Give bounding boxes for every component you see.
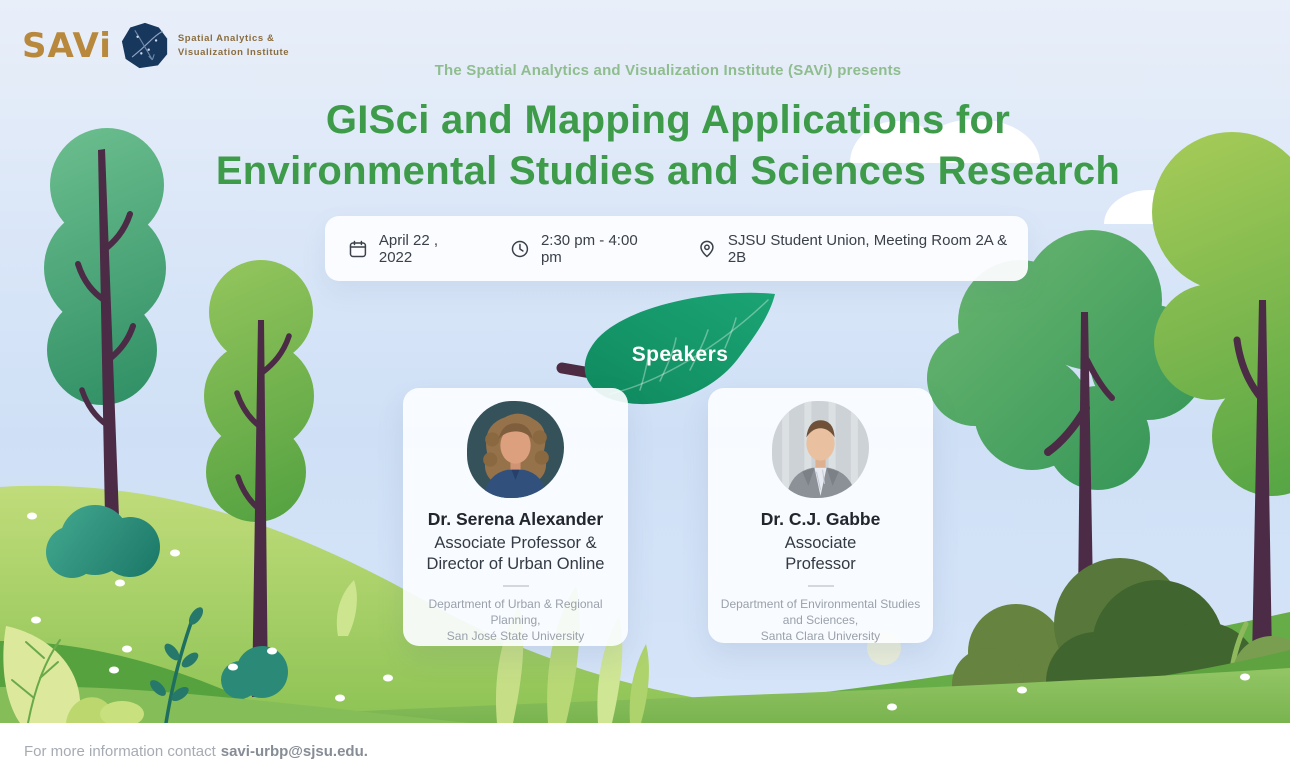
divider [503, 585, 529, 587]
speaker-dept-line1: Department of Environmental Studies [708, 596, 933, 612]
event-date-label: April 22 , 2022 [379, 232, 475, 266]
logo-tagline-line1: Spatial Analytics & [178, 32, 289, 46]
footer-email: savi-urbp@sjsu.edu. [221, 743, 368, 760]
footer-text: For more information contact [24, 743, 216, 760]
divider [808, 585, 834, 587]
logo-tagline: Spatial Analytics & Visualization Instit… [178, 32, 289, 61]
speaker-role: Associate Professor & Director of Urban … [403, 533, 628, 575]
footer-contact: For more information contact savi-urbp@sj… [24, 743, 368, 760]
speaker-department: Department of Environmental Studies and … [708, 596, 933, 644]
speaker-role-line2: Professor [708, 554, 933, 575]
event-time-label: 2:30 pm - 4:00 pm [541, 232, 662, 266]
speaker-role: Associate Professor [708, 533, 933, 575]
speaker-role-line2: Director of Urban Online [403, 554, 628, 575]
location-icon [697, 239, 717, 259]
speaker-role-line1: Associate Professor & [403, 533, 628, 554]
event-date: April 22 , 2022 [348, 232, 475, 266]
kicker-line: The Spatial Analytics and Visualization … [46, 62, 1290, 79]
speaker-dept-line1: Department of Urban & Regional [403, 596, 628, 612]
event-flyer: SAVi Spatial Analytics & Visualization I… [0, 0, 1290, 777]
speaker-name: Dr. Serena Alexander [403, 509, 628, 530]
speaker-role-line1: Associate [708, 533, 933, 554]
speaker-dept-line2: and Sciences, [708, 612, 933, 628]
speaker-university: Santa Clara University [708, 628, 933, 644]
event-title: GISci and Mapping Applications for Envir… [46, 95, 1290, 197]
logo-wordmark: SAVi [22, 26, 112, 66]
speaker-card: Dr. Serena Alexander Associate Professor… [403, 388, 628, 646]
title-line-1: GISci and Mapping Applications for [46, 95, 1290, 146]
speaker-name: Dr. C.J. Gabbe [708, 509, 933, 530]
event-time: 2:30 pm - 4:00 pm [510, 232, 662, 266]
speaker-dept-line2: Planning, [403, 612, 628, 628]
title-line-2: Environmental Studies and Sciences Resea… [46, 146, 1290, 197]
logo-tagline-line2: Visualization Institute [178, 46, 289, 60]
event-location-label: SJSU Student Union, Meeting Room 2A & 2B [728, 232, 1028, 266]
speaker-photo [772, 401, 869, 498]
speaker-university: San José State University [403, 628, 628, 644]
event-location: SJSU Student Union, Meeting Room 2A & 2B [697, 232, 1028, 266]
clock-icon [510, 239, 530, 259]
speaker-department: Department of Urban & Regional Planning,… [403, 596, 628, 644]
calendar-icon [348, 239, 368, 259]
event-info-bar: April 22 , 2022 2:30 pm - 4:00 pm SJSU S… [325, 216, 1028, 281]
footer: For more information contact savi-urbp@sj… [0, 723, 1290, 777]
speaker-card: Dr. C.J. Gabbe Associate Professor Depar… [708, 388, 933, 643]
speakers-label: Speakers [600, 343, 760, 367]
speaker-photo [467, 401, 564, 498]
